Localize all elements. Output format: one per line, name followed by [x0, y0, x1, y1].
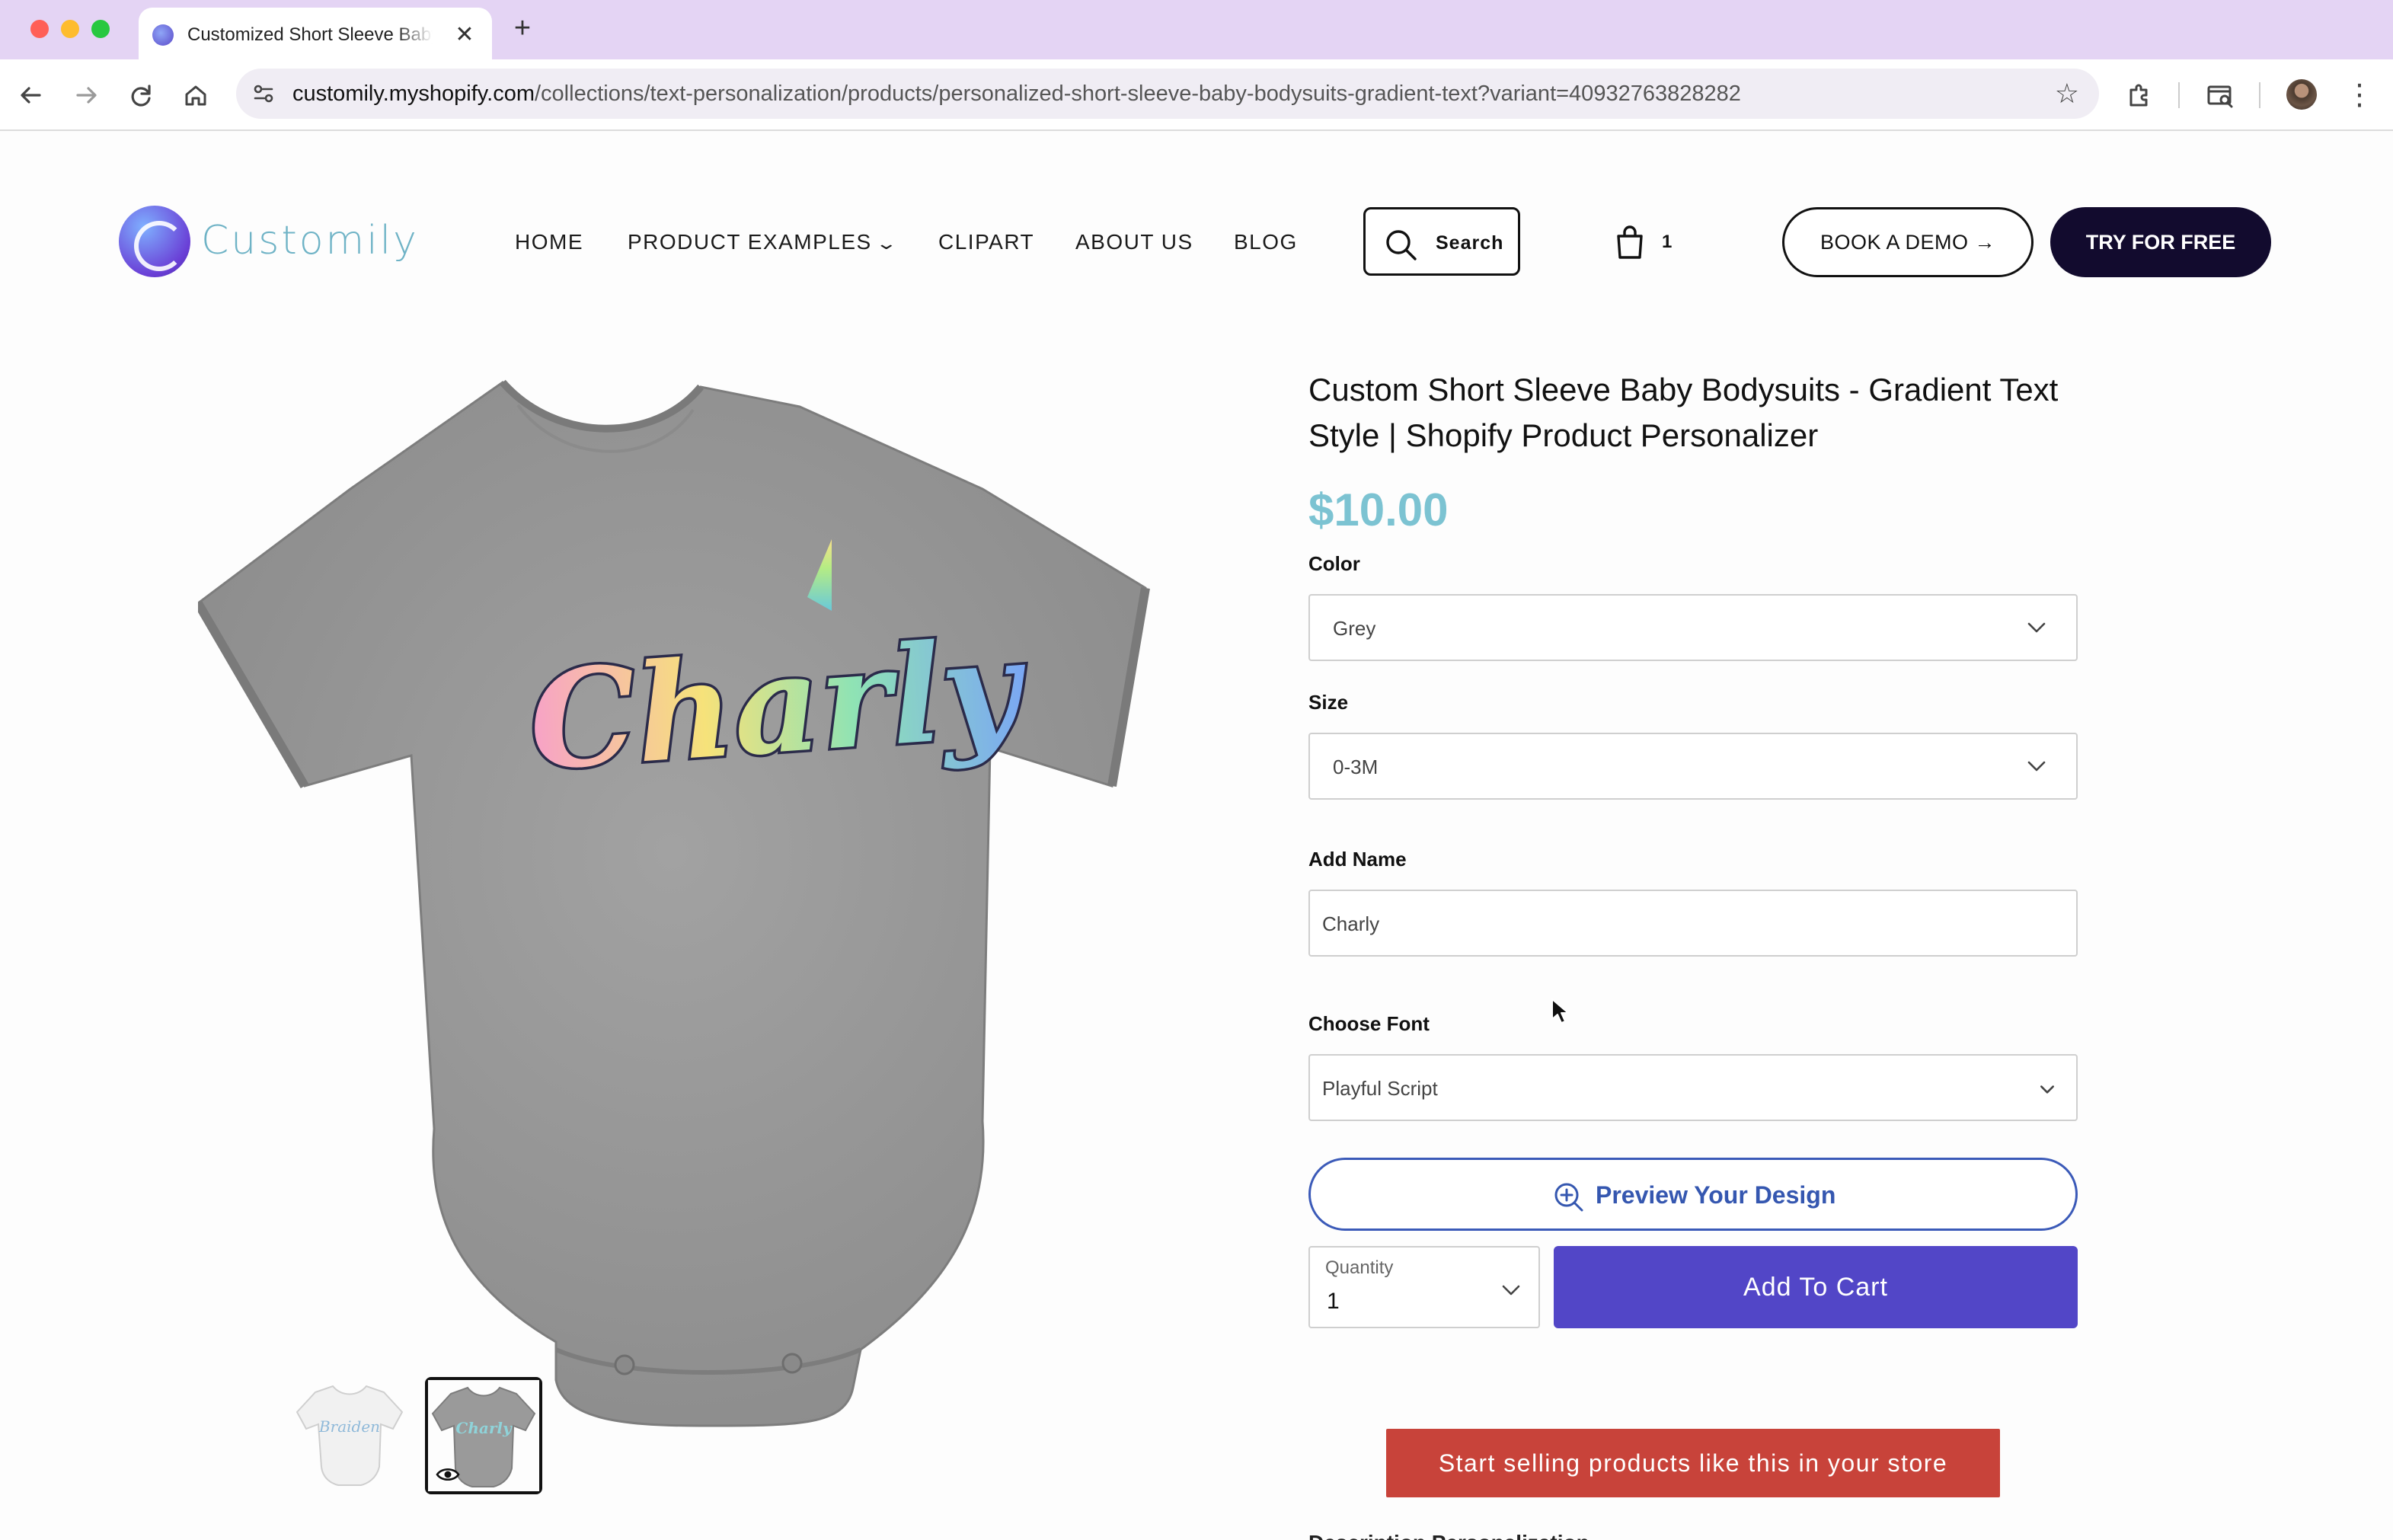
reload-icon[interactable] [123, 78, 158, 113]
chevron-down-icon [1502, 1285, 1520, 1296]
close-window-button[interactable] [30, 20, 49, 38]
browser-tab[interactable]: Customized Short Sleeve Baby Bodysuits -… [139, 8, 492, 59]
site-settings-icon[interactable] [251, 81, 276, 106]
chevron-down-icon [2027, 761, 2046, 772]
product-thumbnail-white[interactable]: Braiden [291, 1377, 408, 1494]
toolbar-divider [2259, 82, 2260, 108]
product-main-image[interactable]: Charly [198, 359, 1249, 1456]
logo-icon [119, 206, 190, 277]
nav-about-us[interactable]: ABOUT US [1075, 227, 1193, 257]
tab-title: Customized Short Sleeve Baby Bodysuits -… [187, 24, 433, 45]
browser-menu-icon[interactable]: ⋮ [2344, 76, 2375, 114]
shopping-bag-icon[interactable] [1615, 225, 1645, 259]
nav-product-examples[interactable]: PRODUCT EXAMPLES ⌄ [628, 227, 897, 257]
preview-design-label: Preview Your Design [1596, 1181, 1836, 1209]
quantity-select[interactable]: Quantity 1 [1308, 1246, 1540, 1328]
bookmark-star-icon[interactable]: ☆ [2055, 78, 2079, 110]
add-name-label: Add Name [1308, 848, 1407, 871]
description-tab-label[interactable]: Description Personalization [1308, 1529, 1628, 1540]
minimize-window-button[interactable] [61, 20, 79, 38]
thumbnail-grey-text: Charly [455, 1419, 513, 1437]
back-icon[interactable] [14, 78, 49, 113]
size-label: Size [1308, 691, 1349, 714]
font-select-value: Playful Script [1322, 1077, 1438, 1100]
font-select[interactable]: Playful Script [1308, 1054, 2078, 1121]
url-path: /collections/text-personalization/produc… [535, 81, 1741, 106]
product-title: Custom Short Sleeve Baby Bodysuits - Gra… [1308, 372, 2059, 453]
tab-search-icon[interactable] [2203, 78, 2238, 113]
size-select-value: 0-3M [1333, 756, 1379, 778]
eye-icon[interactable] [436, 1465, 460, 1484]
address-bar[interactable]: customily.myshopify.com/collections/text… [236, 69, 2099, 119]
description-tabs-cutoff: Description Personalization [1308, 1529, 1628, 1540]
customily-logo[interactable]: Customily [119, 204, 423, 280]
page-content: Customily HOME PRODUCT EXAMPLES ⌄ CLIPART… [0, 131, 2393, 1540]
browser-toolbar: customily.myshopify.com/collections/text… [0, 59, 2393, 131]
thumbnail-white-text: Braiden [318, 1417, 380, 1436]
home-icon[interactable] [178, 78, 213, 113]
close-tab-icon[interactable]: ✕ [451, 21, 478, 49]
forward-icon[interactable] [69, 78, 104, 113]
search-label: Search [1436, 232, 1504, 254]
size-select[interactable]: 0-3M [1308, 733, 2078, 800]
name-input[interactable]: Charly [1308, 890, 2078, 957]
search-button[interactable]: Search [1363, 207, 1520, 276]
search-icon [1386, 230, 1417, 260]
name-input-value: Charly [1322, 912, 1380, 935]
logo-text: Customily [201, 218, 419, 264]
color-select-value: Grey [1333, 617, 1376, 640]
url-host: customily.myshopify.com [292, 81, 535, 106]
chevron-down-icon: ⌄ [874, 234, 899, 253]
mouse-cursor-icon [1551, 998, 1569, 1024]
add-to-cart-button[interactable]: Add To Cart [1554, 1246, 2078, 1328]
zoom-in-icon [1554, 1183, 1583, 1212]
new-tab-button[interactable]: + [507, 14, 538, 44]
chevron-down-icon [2040, 1085, 2054, 1094]
nav-clipart[interactable]: CLIPART [938, 227, 1034, 257]
start-selling-button[interactable]: Start selling products like this in your… [1386, 1429, 2000, 1497]
product-price: $10.00 [1308, 484, 1449, 535]
maximize-window-button[interactable] [91, 20, 110, 38]
favicon-icon [152, 24, 174, 46]
choose-font-label: Choose Font [1308, 1012, 1430, 1035]
try-for-free-button[interactable]: TRY FOR FREE [2050, 207, 2271, 277]
color-label: Color [1308, 552, 1360, 575]
cart-count: 1 [1662, 232, 1673, 252]
nav-home[interactable]: HOME [515, 227, 583, 257]
nav-blog[interactable]: BLOG [1234, 227, 1298, 257]
url-text[interactable]: customily.myshopify.com/collections/text… [292, 80, 1741, 107]
quantity-label: Quantity [1325, 1257, 1394, 1278]
browser-tab-bar: Customized Short Sleeve Baby Bodysuits -… [0, 0, 2393, 59]
book-demo-button[interactable]: BOOK A DEMO → [1782, 207, 2034, 277]
quantity-value: 1 [1327, 1289, 1340, 1314]
preview-design-button[interactable]: Preview Your Design [1308, 1158, 2078, 1231]
product-thumbnail-grey[interactable]: Charly [425, 1377, 542, 1494]
chevron-down-icon [2027, 622, 2046, 633]
profile-avatar[interactable] [2286, 79, 2317, 110]
extensions-icon[interactable] [2122, 78, 2157, 113]
nav-product-examples-label: PRODUCT EXAMPLES [628, 230, 872, 254]
color-select[interactable]: Grey [1308, 594, 2078, 661]
toolbar-divider [2178, 82, 2180, 108]
